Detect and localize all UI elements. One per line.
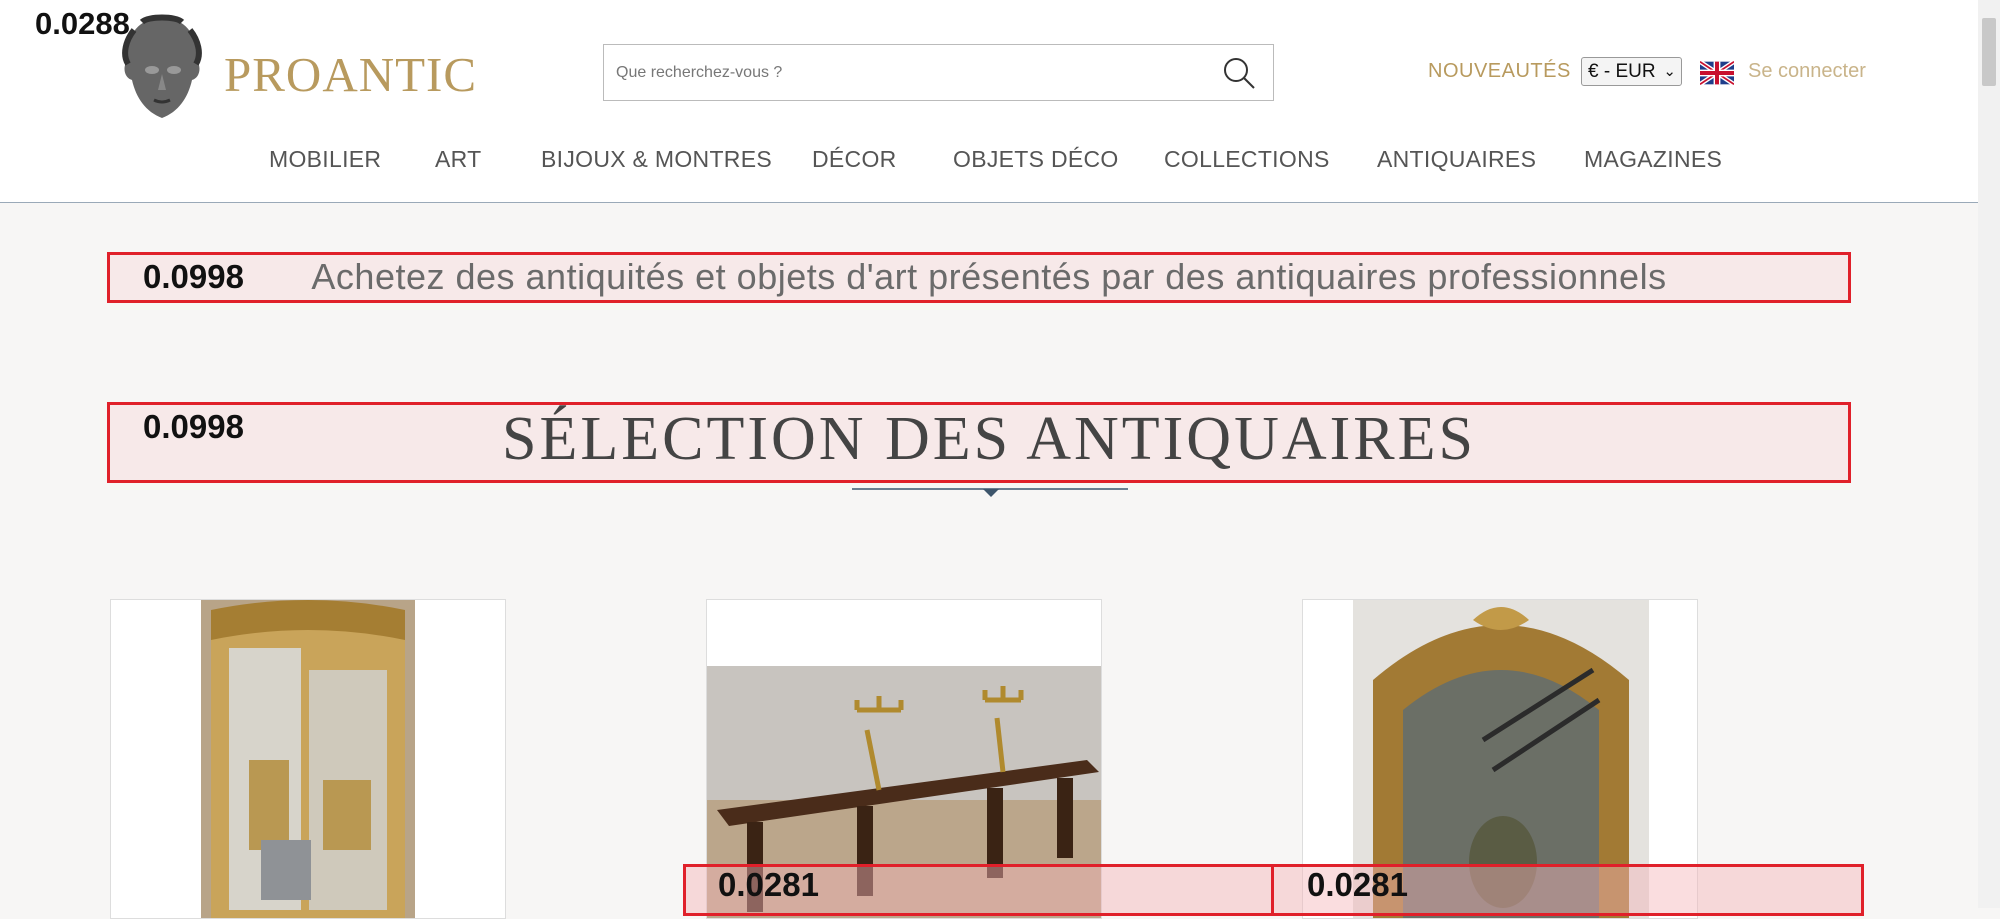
nav-item-magazines[interactable]: MAGAZINES <box>1584 146 1722 173</box>
login-link[interactable]: Se connecter <box>1748 60 1866 83</box>
title-divider-caret <box>983 489 999 497</box>
section-title: SÉLECTION DES ANTIQUAIRES <box>502 405 1476 473</box>
main-nav: MOBILIER ART BIJOUX & MONTRES DÉCOR OBJE… <box>0 146 1978 178</box>
site-header: PROANTIC NOUVEAUTÉS € - EUR ⌄ Se connect… <box>0 0 1978 203</box>
search-icon[interactable] <box>1221 55 1257 91</box>
brand-name[interactable]: PROANTIC <box>224 46 477 103</box>
score-label-logo: 0.0288 <box>35 6 130 41</box>
score-label-card2: 0.0281 <box>718 866 819 903</box>
score-label-title: 0.0998 <box>143 408 244 445</box>
nav-item-decor[interactable]: DÉCOR <box>812 146 897 173</box>
chevron-down-icon: ⌄ <box>1663 63 1676 80</box>
nav-item-mobilier[interactable]: MOBILIER <box>269 146 381 173</box>
nav-item-art[interactable]: ART <box>435 146 482 173</box>
page-scrollbar[interactable] <box>1978 0 2000 908</box>
new-items-link[interactable]: NOUVEAUTÉS <box>1428 60 1571 83</box>
nav-item-bijoux-montres[interactable]: BIJOUX & MONTRES <box>541 146 772 173</box>
nav-item-antiquaires[interactable]: ANTIQUAIRES <box>1377 146 1536 173</box>
uk-flag-icon[interactable] <box>1700 60 1734 86</box>
product-card-mirror-1[interactable] <box>110 599 506 919</box>
score-label-tagline: 0.0998 <box>143 258 244 295</box>
currency-value: € - EUR <box>1588 61 1656 82</box>
nav-item-collections[interactable]: COLLECTIONS <box>1164 146 1330 173</box>
score-label-card3: 0.0281 <box>1307 866 1408 903</box>
search-input[interactable] <box>614 57 1198 89</box>
search-box[interactable] <box>603 44 1274 101</box>
scrollbar-thumb[interactable] <box>1982 18 1996 86</box>
nav-item-objets-deco[interactable]: OBJETS DÉCO <box>953 146 1119 173</box>
tagline: Achetez des antiquités et objets d'art p… <box>311 256 1667 297</box>
currency-select[interactable]: € - EUR ⌄ <box>1581 57 1682 86</box>
gilt-mirror-image[interactable] <box>111 600 506 919</box>
